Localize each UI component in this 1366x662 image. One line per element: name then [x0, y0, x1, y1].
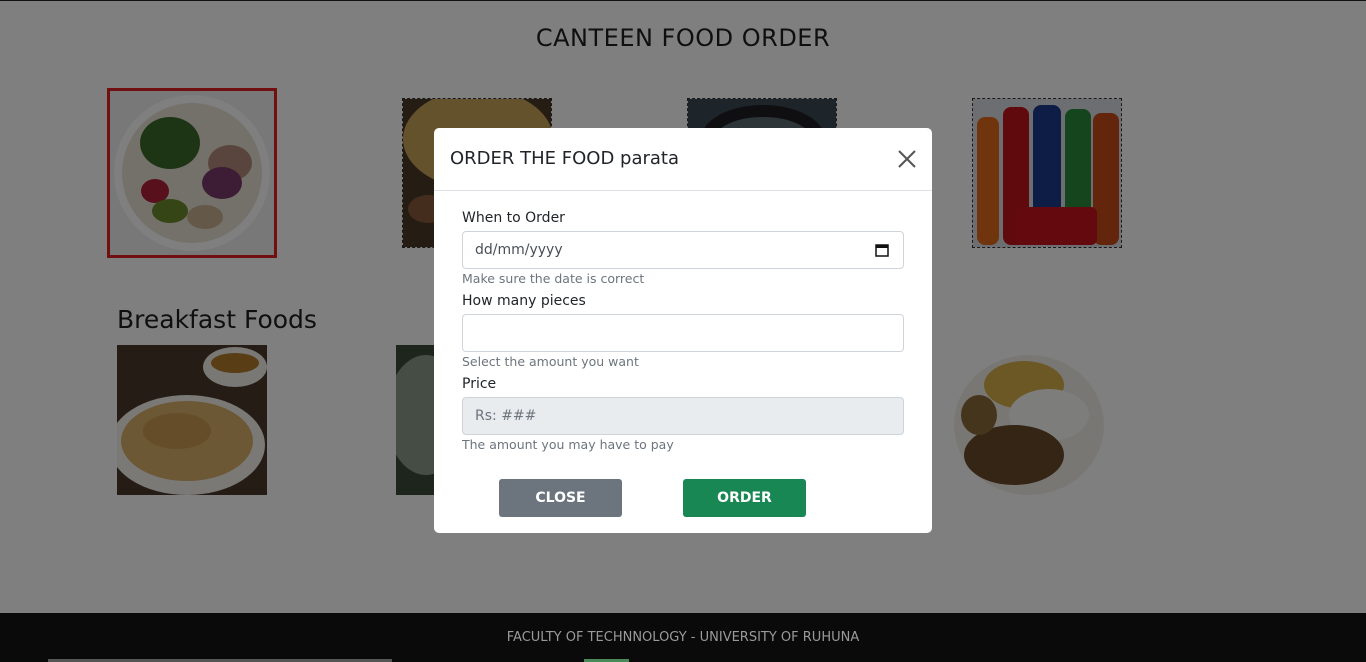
date-input[interactable]: dd/mm/yyyy [462, 231, 904, 269]
pieces-input[interactable] [462, 314, 904, 352]
calendar-icon[interactable] [875, 243, 889, 257]
price-placeholder: Rs: ### [475, 408, 537, 424]
close-button[interactable]: CLOSE [499, 479, 622, 517]
pieces-label: How many pieces [462, 293, 586, 309]
date-placeholder: dd/mm/yyyy [475, 242, 563, 258]
pieces-help-text: Select the amount you want [462, 354, 639, 369]
date-help-text: Make sure the date is correct [462, 271, 645, 286]
close-icon[interactable] [896, 148, 918, 170]
date-label: When to Order [462, 210, 565, 226]
price-label: Price [462, 376, 497, 392]
order-modal: ORDER THE FOOD parata When to Order dd/m… [434, 128, 932, 533]
order-button[interactable]: ORDER [683, 479, 806, 517]
modal-header: ORDER THE FOOD parata [434, 128, 932, 191]
footer-text: FACULTY OF TECHNNOLOGY - UNIVERSITY OF R… [506, 630, 860, 645]
modal-title: ORDER THE FOOD parata [450, 148, 680, 169]
price-help-text: The amount you may have to pay [462, 437, 674, 452]
footer: FACULTY OF TECHNNOLOGY - UNIVERSITY OF R… [0, 613, 1366, 662]
price-input: Rs: ### [462, 397, 904, 435]
